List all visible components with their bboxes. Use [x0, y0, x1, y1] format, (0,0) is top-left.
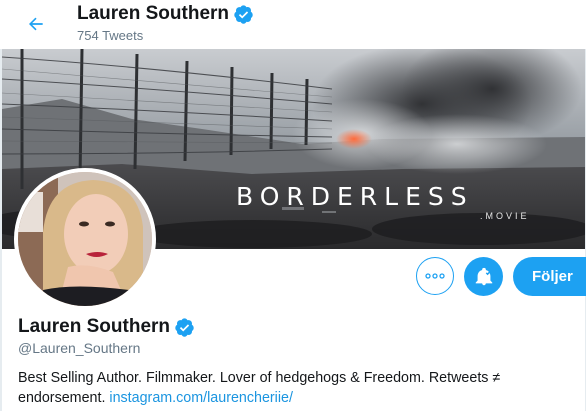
arrow-left-icon: [29, 17, 43, 31]
profile-name: Lauren Southern: [18, 316, 195, 338]
header-name-text: Lauren Southern: [77, 3, 230, 24]
tweet-count: 754 Tweets: [77, 28, 144, 43]
bell-check-icon: [475, 267, 492, 285]
verified-badge-icon: [175, 317, 194, 337]
banner-title: BORDERLESS: [236, 182, 474, 211]
profile-name-text: Lauren Southern: [18, 316, 171, 337]
profile-bio: Best Selling Author. Filmmaker. Lover of…: [18, 368, 578, 408]
notifications-button[interactable]: [464, 257, 503, 296]
back-button[interactable]: [20, 8, 52, 40]
bio-link[interactable]: instagram.com/laurencheriie/: [109, 390, 293, 406]
more-options-button[interactable]: [416, 257, 454, 295]
verified-badge-icon: [234, 4, 253, 24]
profile-handle: @Lauren_Southern: [18, 340, 141, 356]
avatar-image: [18, 172, 152, 306]
profile-avatar[interactable]: [14, 168, 156, 310]
banner-subtitle: .MOVIE: [480, 211, 530, 221]
more-horizontal-icon: [425, 273, 445, 279]
header-title: Lauren Southern: [77, 3, 254, 25]
profile-header-bar: Lauren Southern 754 Tweets: [0, 0, 586, 49]
following-button[interactable]: Följer: [513, 257, 586, 296]
